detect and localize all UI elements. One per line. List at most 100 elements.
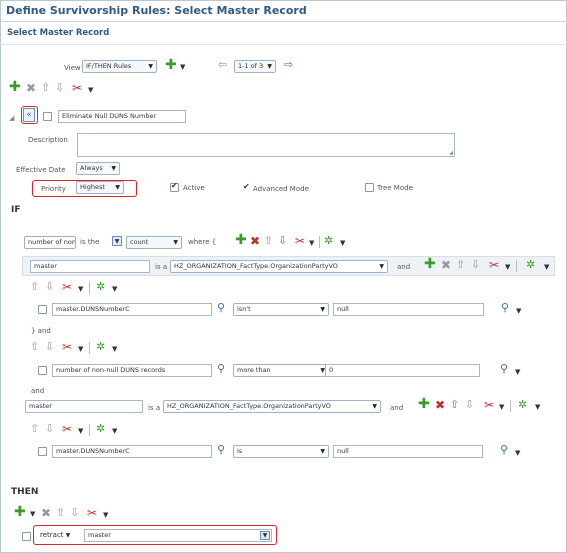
gear-icon[interactable]: ✲ <box>96 423 105 435</box>
move-up-icon[interactable]: ⇧ <box>450 399 459 411</box>
delete-icon[interactable]: ✖ <box>26 82 36 94</box>
add-condition-icon[interactable]: ✚ <box>235 233 247 247</box>
priority-select[interactable]: Highest ▼ <box>76 181 124 194</box>
effective-date-select[interactable]: Always ▼ <box>76 162 120 175</box>
action-select[interactable]: retract ▼ <box>40 531 70 539</box>
gear-menu-icon[interactable]: ▼ <box>544 261 549 273</box>
action-target-input[interactable]: master ▼ <box>84 529 272 542</box>
move-up-icon[interactable]: ⇧ <box>30 341 39 353</box>
pager-select[interactable]: 1-1 of 3 ▼ <box>234 60 276 73</box>
cut-icon[interactable]: ✂ <box>295 235 305 247</box>
value-menu-icon[interactable]: ▼ <box>515 366 520 378</box>
move-up-icon[interactable]: ⇧ <box>30 423 39 435</box>
delete-icon[interactable]: ✖ <box>41 507 51 519</box>
move-down-icon[interactable]: ⇩ <box>45 423 54 435</box>
value-menu-icon[interactable]: ▼ <box>516 305 521 317</box>
fact-type-select[interactable]: HZ_ORGANIZATION_FactType.OrganizationPar… <box>163 400 381 413</box>
condition-value-input[interactable]: null <box>333 303 484 316</box>
rule-checkbox[interactable] <box>43 112 52 121</box>
search-icon[interactable]: ⚲ <box>217 302 225 314</box>
gear-icon[interactable]: ✲ <box>324 235 333 247</box>
gear-icon[interactable]: ✲ <box>526 259 535 271</box>
cut-icon[interactable]: ✂ <box>489 259 499 271</box>
gear-menu-icon[interactable]: ▼ <box>340 237 345 249</box>
gear-menu-icon[interactable]: ▼ <box>112 343 117 355</box>
search-icon[interactable]: ⚲ <box>217 363 225 375</box>
delete-icon[interactable]: ✖ <box>441 259 451 271</box>
gear-icon[interactable]: ✲ <box>96 281 105 293</box>
move-down-icon[interactable]: ⇩ <box>278 235 287 247</box>
search-icon[interactable]: ⚲ <box>501 302 509 314</box>
view-select[interactable]: IF/THEN Rules ▼ <box>82 60 157 73</box>
edit-menu-icon[interactable]: ▼ <box>103 509 108 521</box>
delete-condition-icon[interactable]: ✖ <box>250 235 260 247</box>
gear-menu-icon[interactable]: ▼ <box>535 401 540 413</box>
add-action-menu-icon[interactable]: ▼ <box>30 508 35 520</box>
condition-field-input[interactable]: number of non-null DUNS records <box>52 364 212 377</box>
move-up-icon[interactable]: ⇧ <box>56 507 65 519</box>
gear-icon[interactable]: ✲ <box>96 341 105 353</box>
cut-icon[interactable]: ✂ <box>62 423 72 435</box>
edit-menu-icon[interactable]: ▼ <box>88 84 93 96</box>
variable-name-input[interactable]: master <box>30 260 150 273</box>
edit-menu-icon[interactable]: ▼ <box>78 425 83 437</box>
gear-menu-icon[interactable]: ▼ <box>112 283 117 295</box>
add-action-icon[interactable]: ✚ <box>14 505 26 519</box>
operator-select[interactable]: isn't ▼ <box>233 303 329 316</box>
move-up-icon[interactable]: ⇧ <box>30 281 39 293</box>
chevron-down-icon[interactable]: ▼ <box>260 531 270 540</box>
chevron-down-icon[interactable]: ▼ <box>112 236 122 246</box>
cut-icon[interactable]: ✂ <box>62 341 72 353</box>
condition-value-input[interactable]: null <box>333 445 483 458</box>
tree-mode-checkbox[interactable] <box>365 183 374 192</box>
move-down-icon[interactable]: ⇩ <box>55 82 64 94</box>
value-menu-icon[interactable]: ▼ <box>515 447 520 459</box>
active-checkbox[interactable] <box>170 181 179 192</box>
cut-icon[interactable]: ✂ <box>72 82 82 94</box>
move-down-icon[interactable]: ⇩ <box>45 341 54 353</box>
add-rule-icon[interactable]: ✚ <box>165 58 177 72</box>
edit-menu-icon[interactable]: ▼ <box>309 237 314 249</box>
action-checkbox[interactable] <box>22 532 31 541</box>
variable-name-input[interactable]: master <box>25 400 143 413</box>
description-field[interactable]: ◢ <box>77 133 455 157</box>
move-up-icon[interactable]: ⇧ <box>264 235 273 247</box>
add-icon[interactable]: ✚ <box>9 80 21 94</box>
add-icon[interactable]: ✚ <box>418 397 430 411</box>
condition-value-input[interactable]: 0 <box>325 364 480 377</box>
condition-checkbox[interactable] <box>38 366 47 375</box>
condition-field-input[interactable]: master.DUNSNumberC <box>52 445 212 458</box>
cut-icon[interactable]: ✂ <box>62 281 72 293</box>
search-icon[interactable]: ⚲ <box>500 363 508 375</box>
edit-menu-icon[interactable]: ▼ <box>78 343 83 355</box>
move-down-icon[interactable]: ⇩ <box>471 259 480 271</box>
operator-select[interactable]: is ▼ <box>233 445 329 458</box>
aggregate-field-input[interactable]: number of non- <box>24 236 76 249</box>
condition-field-input[interactable]: master.DUNSNumberC <box>52 303 212 316</box>
move-down-icon[interactable]: ⇩ <box>465 399 474 411</box>
rule-name-field[interactable]: Eliminate Null DUNS Number <box>58 110 186 123</box>
fact-type-select[interactable]: HZ_ORGANIZATION_FactType.OrganizationPar… <box>170 260 388 273</box>
condition-checkbox[interactable] <box>38 305 47 314</box>
move-down-icon[interactable]: ⇩ <box>70 507 79 519</box>
cut-icon[interactable]: ✂ <box>484 399 494 411</box>
operator-select[interactable]: more than ▼ <box>233 364 329 377</box>
resize-grip-icon[interactable]: ◢ <box>449 150 453 156</box>
move-down-icon[interactable]: ⇩ <box>45 281 54 293</box>
next-page-icon[interactable]: ⇨ <box>284 59 293 71</box>
aggregate-function-select[interactable]: count ▼ <box>126 236 182 249</box>
move-up-icon[interactable]: ⇧ <box>41 82 50 94</box>
gear-menu-icon[interactable]: ▼ <box>112 425 117 437</box>
edit-menu-icon[interactable]: ▼ <box>78 283 83 295</box>
delete-icon[interactable]: ✖ <box>435 399 445 411</box>
move-up-icon[interactable]: ⇧ <box>456 259 465 271</box>
add-icon[interactable]: ✚ <box>424 257 436 271</box>
previous-page-icon[interactable]: ⇦ <box>218 59 227 71</box>
condition-checkbox[interactable] <box>38 447 47 456</box>
collapse-triangle-icon[interactable]: ◢ <box>9 112 14 124</box>
add-rule-menu-icon[interactable]: ▼ <box>180 61 185 73</box>
search-icon[interactable]: ⚲ <box>217 444 225 456</box>
search-icon[interactable]: ⚲ <box>500 444 508 456</box>
gear-icon[interactable]: ✲ <box>518 399 527 411</box>
cut-icon[interactable]: ✂ <box>87 507 97 519</box>
